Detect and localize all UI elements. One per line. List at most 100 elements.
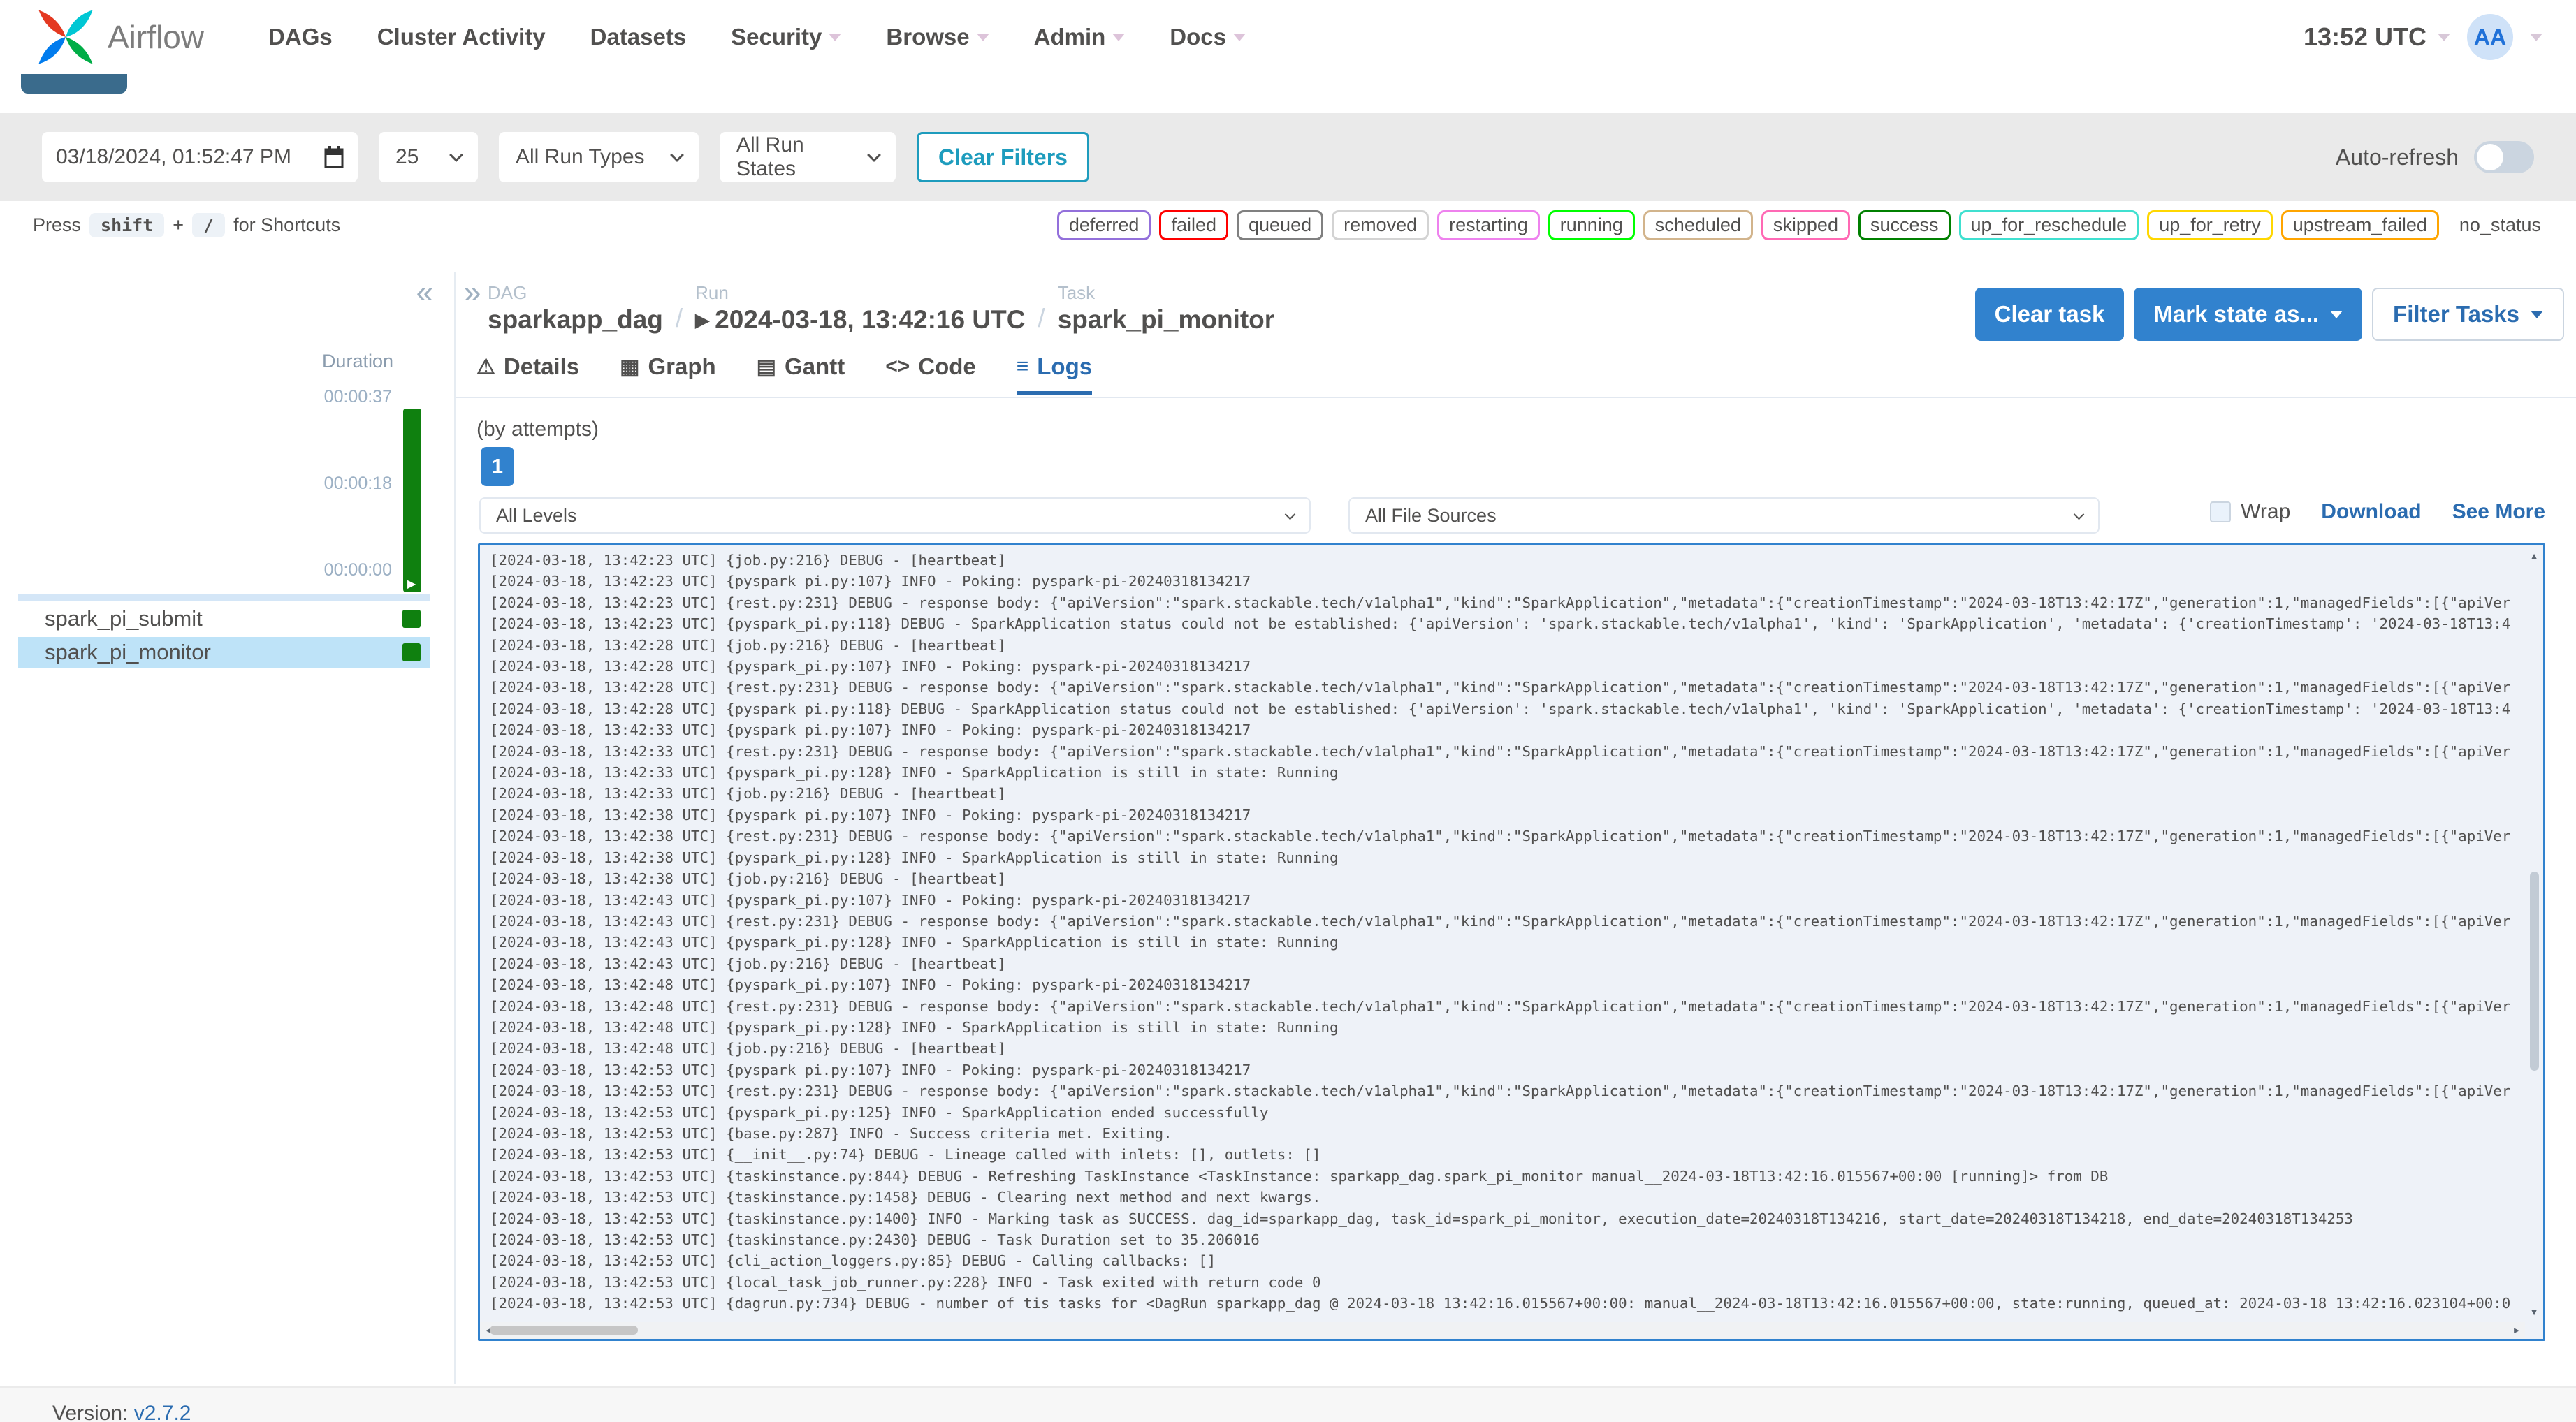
nav-menu: DAGs Cluster Activity Datasets Security Brow…: [268, 24, 1246, 50]
chevron-down-icon: [1112, 33, 1126, 41]
scroll-up-icon[interactable]: ▲: [2525, 547, 2543, 565]
collapse-sidebar-icon[interactable]: «: [416, 275, 433, 310]
filter-tasks-button[interactable]: Filter Tasks: [2372, 288, 2564, 341]
chevron-down-icon: [2438, 33, 2450, 41]
task-state-success-square[interactable]: [402, 610, 421, 628]
breadcrumb-task-value[interactable]: spark_pi_monitor: [1058, 305, 1274, 335]
filter-bar: 03/18/2024, 01:52:47 PM 25 All Run Types…: [0, 113, 2576, 201]
run-states-select[interactable]: All Run States: [720, 132, 896, 182]
legend-badge-restarting: restarting: [1437, 210, 1540, 240]
nav-item-cluster-activity[interactable]: Cluster Activity: [377, 24, 546, 50]
nav-item-docs[interactable]: Docs: [1170, 24, 1246, 50]
mark-state-as-button[interactable]: Mark state as...: [2134, 288, 2363, 341]
legend-badge-scheduled: scheduled: [1643, 210, 1753, 240]
shortcuts-legend-row: Press shift + / for Shortcuts deferred fa…: [0, 208, 2576, 242]
download-link[interactable]: Download: [2321, 500, 2421, 524]
nav-item-label: Datasets: [590, 24, 687, 50]
chevron-down-icon: [1232, 33, 1246, 41]
wrap-label: Wrap: [2241, 500, 2291, 523]
page-size-select[interactable]: 25: [379, 132, 478, 182]
log-line: [2024-03-18, 13:42:43 UTC] {job.py:216} …: [490, 955, 1006, 972]
chevron-down-icon: [829, 33, 842, 41]
grid-sidebar: « Duration 00:00:37 00:00:18 00:00:00 ▶ …: [0, 272, 456, 1384]
tab-graph[interactable]: ▦ Graph: [620, 353, 716, 395]
scroll-right-icon[interactable]: ►: [2508, 1322, 2525, 1339]
vertical-scroll-thumb[interactable]: [2530, 872, 2539, 1071]
detail-tabs: ⚠ Details ▦ Graph ▤ Gantt <> Code ≡ Logs: [476, 353, 1093, 395]
breadcrumb-dag-value[interactable]: sparkapp_dag: [488, 305, 663, 335]
duration-label: Duration: [321, 351, 393, 372]
log-line: [2024-03-18, 13:42:48 UTC] {rest.py:231}…: [490, 997, 2511, 1015]
duration-tick: 00:00:00: [323, 560, 392, 580]
task-actions: Clear task Mark state as... Filter Tasks: [1974, 288, 2564, 341]
slash-key: /: [192, 212, 226, 237]
nav-item-label: Admin: [1033, 24, 1106, 50]
airflow-logo-icon[interactable]: [34, 5, 98, 69]
horizontal-scrollbar[interactable]: ◄ ►: [480, 1322, 2525, 1339]
scroll-down-icon[interactable]: ▼: [2525, 1303, 2543, 1321]
nav-item-datasets[interactable]: Datasets: [590, 24, 687, 50]
log-line: [2024-03-18, 13:42:48 UTC] {pyspark_pi.p…: [490, 1018, 1339, 1036]
horizontal-scroll-thumb[interactable]: [490, 1326, 638, 1335]
log-line: [2024-03-18, 13:42:23 UTC] {pyspark_pi.p…: [490, 573, 1251, 590]
legend-badge-no-status: no_status: [2447, 210, 2543, 240]
legend-badge-up-for-retry: up_for_retry: [2147, 210, 2273, 240]
wrap-checkbox[interactable]: [2210, 501, 2232, 522]
log-line: [2024-03-18, 13:42:43 UTC] {pyspark_pi.p…: [490, 934, 1339, 951]
log-line: [2024-03-18, 13:42:53 UTC] {taskinstance…: [490, 1314, 2521, 1319]
log-output: [2024-03-18, 13:42:23 UTC] {job.py:216} …: [478, 543, 2545, 1341]
clock-dropdown[interactable]: 13:52 UTC: [2304, 22, 2450, 52]
auto-refresh-toggle[interactable]: [2474, 141, 2534, 173]
legend-badge-removed: removed: [1332, 210, 1429, 240]
legend-badge-skipped: skipped: [1761, 210, 1850, 240]
log-line: [2024-03-18, 13:42:53 UTC] {pyspark_pi.p…: [490, 1061, 1251, 1078]
avatar-chevron-down-icon[interactable]: [2530, 33, 2542, 41]
duration-tick: 00:00:37: [323, 387, 392, 406]
top-navbar: Airflow DAGs Cluster Activity Datasets Secu…: [0, 0, 2576, 74]
chevron-down-icon: [1284, 508, 1296, 520]
expand-panel-icon[interactable]: »: [464, 275, 481, 310]
toggle-knob: [2477, 144, 2503, 170]
tabs-divider: [456, 397, 2576, 398]
log-line: [2024-03-18, 13:42:53 UTC] {taskinstance…: [490, 1189, 1321, 1206]
log-line: [2024-03-18, 13:42:53 UTC] {base.py:287}…: [490, 1124, 1172, 1142]
task-name: spark_pi_monitor: [45, 640, 211, 664]
log-line: [2024-03-18, 13:42:33 UTC] {pyspark_pi.p…: [490, 764, 1339, 782]
clock-label: 13:52 UTC: [2303, 22, 2426, 51]
breadcrumb-run-value[interactable]: ▶ 2024-03-18, 13:42:16 UTC: [695, 305, 1025, 335]
base-date-input[interactable]: 03/18/2024, 01:52:47 PM: [42, 132, 358, 182]
play-icon: ▶: [695, 309, 710, 330]
log-tools: Wrap Download See More: [2210, 500, 2545, 524]
task-state-success-square[interactable]: [402, 643, 421, 661]
task-row-spark-pi-monitor[interactable]: spark_pi_monitor: [18, 637, 430, 668]
clear-task-button[interactable]: Clear task: [1974, 288, 2125, 341]
nav-item-browse[interactable]: Browse: [886, 24, 989, 50]
task-row-spark-pi-submit[interactable]: spark_pi_submit: [18, 603, 430, 634]
avatar[interactable]: AA: [2467, 14, 2513, 60]
gantt-icon: ▤: [756, 355, 777, 379]
nav-item-dags[interactable]: DAGs: [268, 24, 333, 50]
tab-details[interactable]: ⚠ Details: [476, 353, 579, 395]
log-line: [2024-03-18, 13:42:53 UTC] {local_task_j…: [490, 1273, 1321, 1291]
vertical-scrollbar[interactable]: ▲ ▼: [2525, 545, 2543, 1322]
nav-item-label: Security: [731, 24, 822, 50]
log-levels-select[interactable]: All Levels: [479, 497, 1311, 534]
legend-badge-success: success: [1858, 210, 1951, 240]
attempt-1-button[interactable]: 1: [481, 447, 514, 486]
clear-filters-button[interactable]: Clear Filters: [917, 132, 1089, 182]
task-detail-panel: » DAG sparkapp_dag / Run ▶ 2024-03-18, 1…: [456, 272, 2576, 1384]
version-label: Version:: [52, 1402, 129, 1422]
tab-logs[interactable]: ≡ Logs: [1016, 353, 1093, 395]
chevron-down-icon: [449, 148, 463, 162]
dag-run-duration-bar[interactable]: ▶: [403, 409, 421, 592]
nav-item-security[interactable]: Security: [731, 24, 842, 50]
version-link[interactable]: v2.7.2: [134, 1402, 191, 1422]
nav-item-admin[interactable]: Admin: [1034, 24, 1126, 50]
tab-code[interactable]: <> Code: [885, 353, 976, 395]
tab-gantt[interactable]: ▤ Gantt: [757, 353, 845, 395]
log-line: [2024-03-18, 13:42:23 UTC] {pyspark_pi.p…: [490, 615, 2511, 633]
see-more-link[interactable]: See More: [2452, 500, 2545, 524]
run-types-select[interactable]: All Run Types: [499, 132, 699, 182]
file-sources-select[interactable]: All File Sources: [1348, 497, 2100, 534]
log-lines: [2024-03-18, 13:42:23 UTC] {job.py:216} …: [490, 550, 2521, 1319]
